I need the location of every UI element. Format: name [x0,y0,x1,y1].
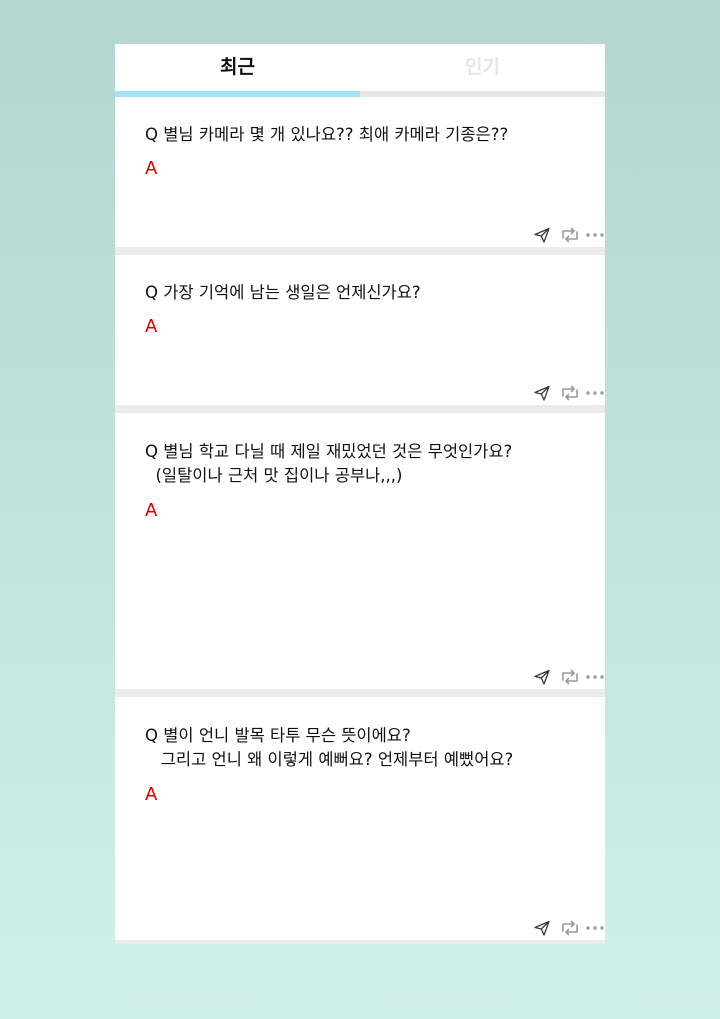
paper-plane-icon[interactable] [533,384,553,402]
question-text: Q 별님 카메라 몇 개 있나요?? 최애 카메라 기종은?? [145,125,509,144]
card-actions [525,919,605,937]
repost-icon[interactable] [560,668,580,686]
qa-panel: 최근 인기 Q 별님 카메라 몇 개 있나요?? 최애 카메라 기종은?? A … [115,44,605,944]
question-text: Q 별님 학교 다닐 때 제일 재밌었던 것은 무엇인가요? (일탈이나 근처 … [145,442,513,485]
tab-bar: 최근 인기 [115,44,605,91]
paper-plane-icon[interactable] [533,919,553,937]
paper-plane-icon[interactable] [533,668,553,686]
answer-text: A [145,316,158,337]
answer-text: A [145,158,158,179]
tab-popular[interactable]: 인기 [360,44,605,91]
more-dots-icon[interactable] [585,384,605,402]
qa-card: Q 별님 카메라 몇 개 있나요?? 최애 카메라 기종은?? A [115,97,605,247]
qa-card: Q 별님 학교 다닐 때 제일 재밌었던 것은 무엇인가요? (일탈이나 근처 … [115,413,605,689]
card-actions [525,226,605,244]
repost-icon[interactable] [560,919,580,937]
tab-recent[interactable]: 최근 [115,44,360,91]
more-dots-icon[interactable] [585,668,605,686]
repost-icon[interactable] [560,384,580,402]
more-dots-icon[interactable] [585,919,605,937]
card-actions [525,668,605,686]
repost-icon[interactable] [560,226,580,244]
answer-text: A [145,784,158,805]
question-text: Q 별이 언니 발목 타투 무슨 뜻이에요? 그리고 언니 왜 이렇게 예뻐요?… [145,726,514,769]
qa-card: Q 별이 언니 발목 타투 무슨 뜻이에요? 그리고 언니 왜 이렇게 예뻐요?… [115,697,605,940]
qa-card: Q 가장 기억에 남는 생일은 언제신가요? A [115,255,605,405]
answer-text: A [145,500,158,521]
paper-plane-icon[interactable] [533,226,553,244]
question-text: Q 가장 기억에 남는 생일은 언제신가요? [145,283,421,302]
card-actions [525,384,605,402]
more-dots-icon[interactable] [585,226,605,244]
